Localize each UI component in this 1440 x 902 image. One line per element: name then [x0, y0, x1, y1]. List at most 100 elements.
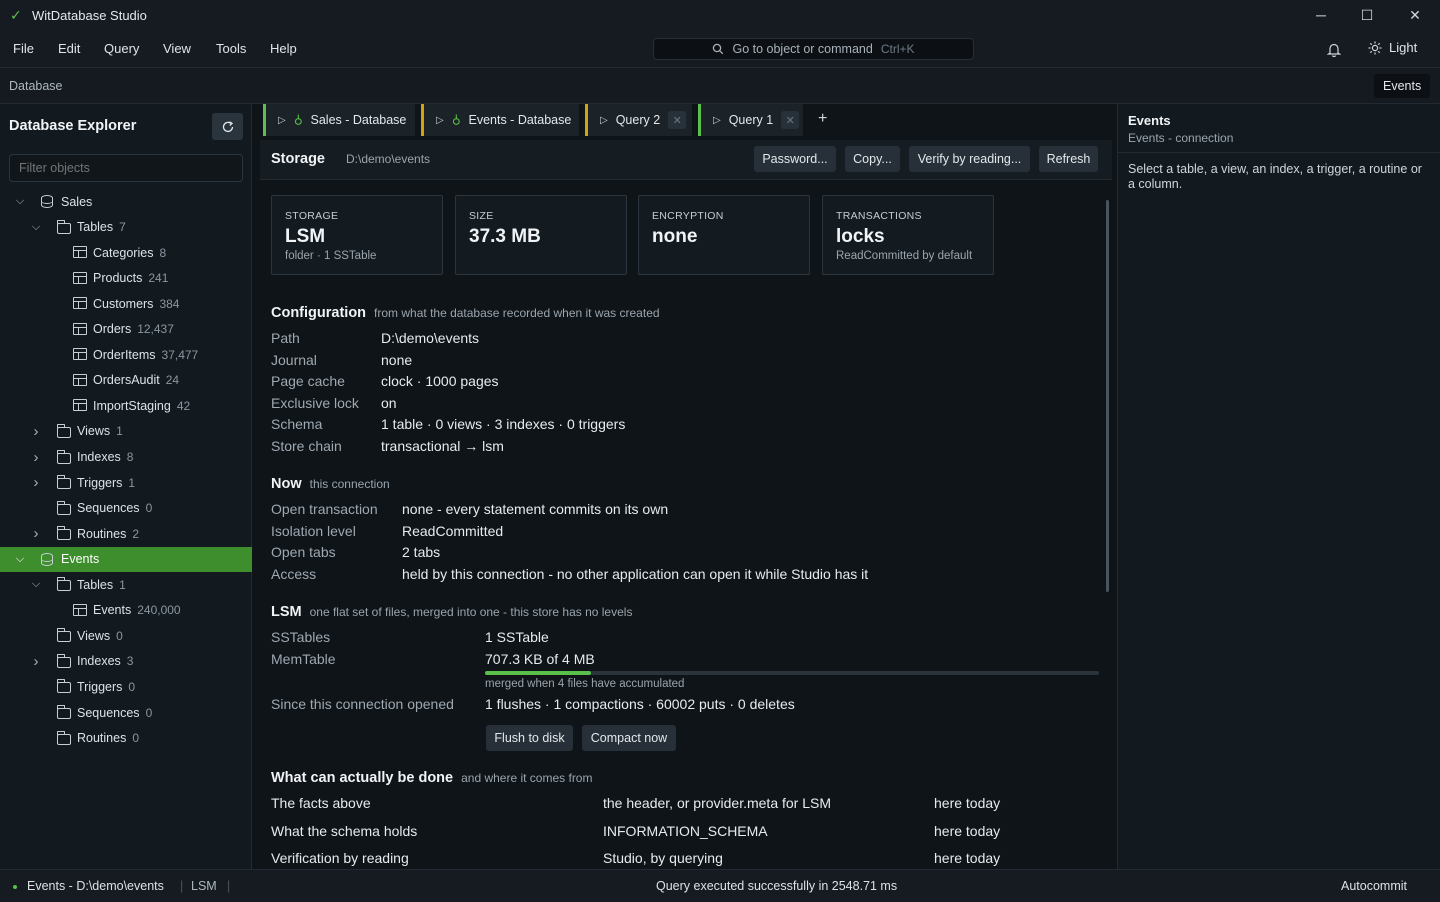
maximize-button[interactable]: ☐ [1344, 0, 1390, 30]
copy-button[interactable]: Copy... [845, 146, 900, 172]
tree-item-orders[interactable]: Orders 12,437 [0, 317, 252, 342]
folder-icon [57, 449, 71, 464]
storage-card: STORAGE LSM folder · 1 SSTable [271, 195, 443, 275]
content-scrollbar[interactable] [1106, 200, 1109, 592]
chevron-right-icon[interactable]: › [30, 423, 42, 440]
tree-item-label: Views [77, 628, 111, 643]
chevron-right-icon[interactable]: › [30, 449, 42, 466]
tree-item-views[interactable]: › Views 1 [0, 419, 252, 444]
transactions-card: TRANSACTIONS locks ReadCommitted by defa… [822, 195, 994, 275]
tree-item-count: 7 [119, 220, 126, 235]
tree-item-count: 8 [126, 450, 134, 464]
tree-item-label: Triggers [77, 679, 123, 694]
tree-item-categories[interactable]: Categories 8 [0, 240, 252, 265]
tree-item-importstaging[interactable]: ImportStaging 42 [0, 393, 252, 418]
table-icon [73, 348, 87, 361]
chevron-down-icon[interactable]: ⌵ [30, 221, 42, 234]
command-palette-input[interactable]: Go to object or command Ctrl+K [653, 38, 974, 60]
tree-item-tables[interactable]: ⌵ Tables 1 [0, 572, 252, 597]
tree-item-sequences[interactable]: Sequences 0 [0, 496, 252, 521]
section-subtitle: from what the database recorded when it … [374, 306, 660, 320]
capability-cell: What the schema holds [271, 822, 418, 839]
flush-to-disk-button[interactable]: Flush to disk [486, 725, 573, 751]
theme-toggle-button[interactable]: Light [1368, 40, 1417, 55]
tree-item-sequences[interactable]: Sequences 0 [0, 700, 252, 725]
close-window-button[interactable]: ✕ [1392, 0, 1438, 30]
tree-item-count: 240,000 [137, 603, 181, 618]
title-bar: ✓ WitDatabase Studio ─ ☐ ✕ [0, 0, 1440, 30]
refresh-button[interactable]: Refresh [1039, 146, 1098, 172]
chevron-down-icon[interactable]: ⌵ [14, 553, 26, 566]
chevron-down-icon[interactable]: ⌵ [30, 578, 42, 591]
chevron-right-icon[interactable]: › [30, 653, 42, 670]
tree-item-label: Sequences [77, 705, 140, 720]
menu-view[interactable]: View [163, 41, 191, 56]
tree-item-label: Sequences [77, 501, 140, 516]
config-value: none [381, 351, 413, 368]
storage-path: D:\demo\events [346, 152, 431, 166]
menu-help[interactable]: Help [270, 41, 297, 56]
play-icon: ▷ [713, 114, 721, 126]
tab-query-2[interactable]: ▷ Query 2 ✕ [585, 104, 692, 136]
menu-file[interactable]: File [13, 41, 34, 56]
tree-item-indexes[interactable]: › Indexes 8 [0, 445, 252, 470]
password-button[interactable]: Password... [754, 146, 836, 172]
menu-tools[interactable]: Tools [216, 41, 246, 56]
chevron-right-icon[interactable]: › [30, 474, 42, 491]
bell-icon[interactable] [1327, 42, 1341, 57]
verify-by-reading-button[interactable]: Verify by reading... [909, 146, 1030, 172]
tree-item-products[interactable]: Products 241 [0, 266, 252, 291]
tree-item-customers[interactable]: Customers 384 [0, 291, 252, 316]
close-tab-icon[interactable]: ✕ [781, 111, 800, 129]
status-divider: | [180, 879, 184, 893]
chevron-right-icon[interactable]: › [30, 525, 42, 542]
table-icon [73, 271, 87, 284]
tree-item-events[interactable]: Events 240,000 [0, 598, 252, 623]
breadcrumb-context-badge[interactable]: Events [1374, 74, 1431, 98]
chevron-down-icon[interactable]: ⌵ [14, 195, 26, 208]
page-title: Storage [271, 151, 325, 167]
tree-item-count: 1 [116, 424, 123, 439]
tree-item-routines[interactable]: Routines 0 [0, 726, 252, 751]
table-icon [73, 246, 87, 259]
tree-item-views[interactable]: Views 0 [0, 623, 252, 648]
tree-item-count: 2 [132, 526, 140, 541]
memtable-label: MemTable [271, 651, 336, 667]
since-opened-label: Since this connection opened [271, 696, 454, 712]
tree-item-label: OrdersAudit [93, 373, 160, 388]
tree-item-triggers[interactable]: Triggers 0 [0, 674, 252, 699]
minimize-button[interactable]: ─ [1298, 0, 1344, 30]
tree-item-ordersaudit[interactable]: OrdersAudit 24 [0, 368, 252, 393]
memtable-progress-bar [485, 671, 1099, 675]
tree-item-label: Triggers [77, 475, 123, 490]
properties-divider [1118, 152, 1440, 153]
tab-events-database[interactable]: ▷ ⚲ Events - Database [421, 104, 579, 136]
sstables-label: SSTables [271, 629, 331, 645]
breadcrumb[interactable]: Database [9, 79, 63, 93]
menu-query[interactable]: Query [104, 41, 139, 56]
properties-subtitle: Events - connection [1128, 131, 1234, 145]
tree-item-events[interactable]: ⌵ Events [0, 546, 252, 572]
tree-item-routines[interactable]: › Routines 2 [0, 521, 252, 546]
tree-item-orderitems[interactable]: OrderItems 37,477 [0, 342, 252, 367]
add-tab-button[interactable]: + [818, 110, 827, 128]
merge-note: merged when 4 files have accumulated [485, 678, 685, 690]
refresh-explorer-button[interactable] [212, 113, 243, 140]
menu-edit[interactable]: Edit [58, 41, 80, 56]
status-connection[interactable]: Events - D:\demo\events [27, 879, 164, 893]
tree-item-indexes[interactable]: › Indexes 3 [0, 649, 252, 674]
explorer-title: Database Explorer [9, 118, 137, 134]
tree-item-tables[interactable]: ⌵ Tables 7 [0, 215, 252, 240]
folder-icon [57, 526, 71, 541]
tab-sales-database[interactable]: ▷ ⚲ Sales - Database [263, 104, 415, 136]
memtable-value: 707.3 KB of 4 MB [485, 651, 595, 667]
close-tab-icon[interactable]: ✕ [668, 111, 687, 129]
status-mode[interactable]: Autocommit [1341, 879, 1407, 893]
filter-objects-input[interactable] [9, 154, 243, 182]
tab-label: Query 1 [728, 113, 774, 127]
compact-now-button[interactable]: Compact now [582, 725, 676, 751]
tree-item-triggers[interactable]: › Triggers 1 [0, 470, 252, 495]
tab-query-1[interactable]: ▷ Query 1 ✕ [698, 104, 803, 136]
tree-item-sales[interactable]: ⌵ Sales [0, 189, 252, 214]
capability-cell: INFORMATION_SCHEMA [603, 822, 768, 839]
